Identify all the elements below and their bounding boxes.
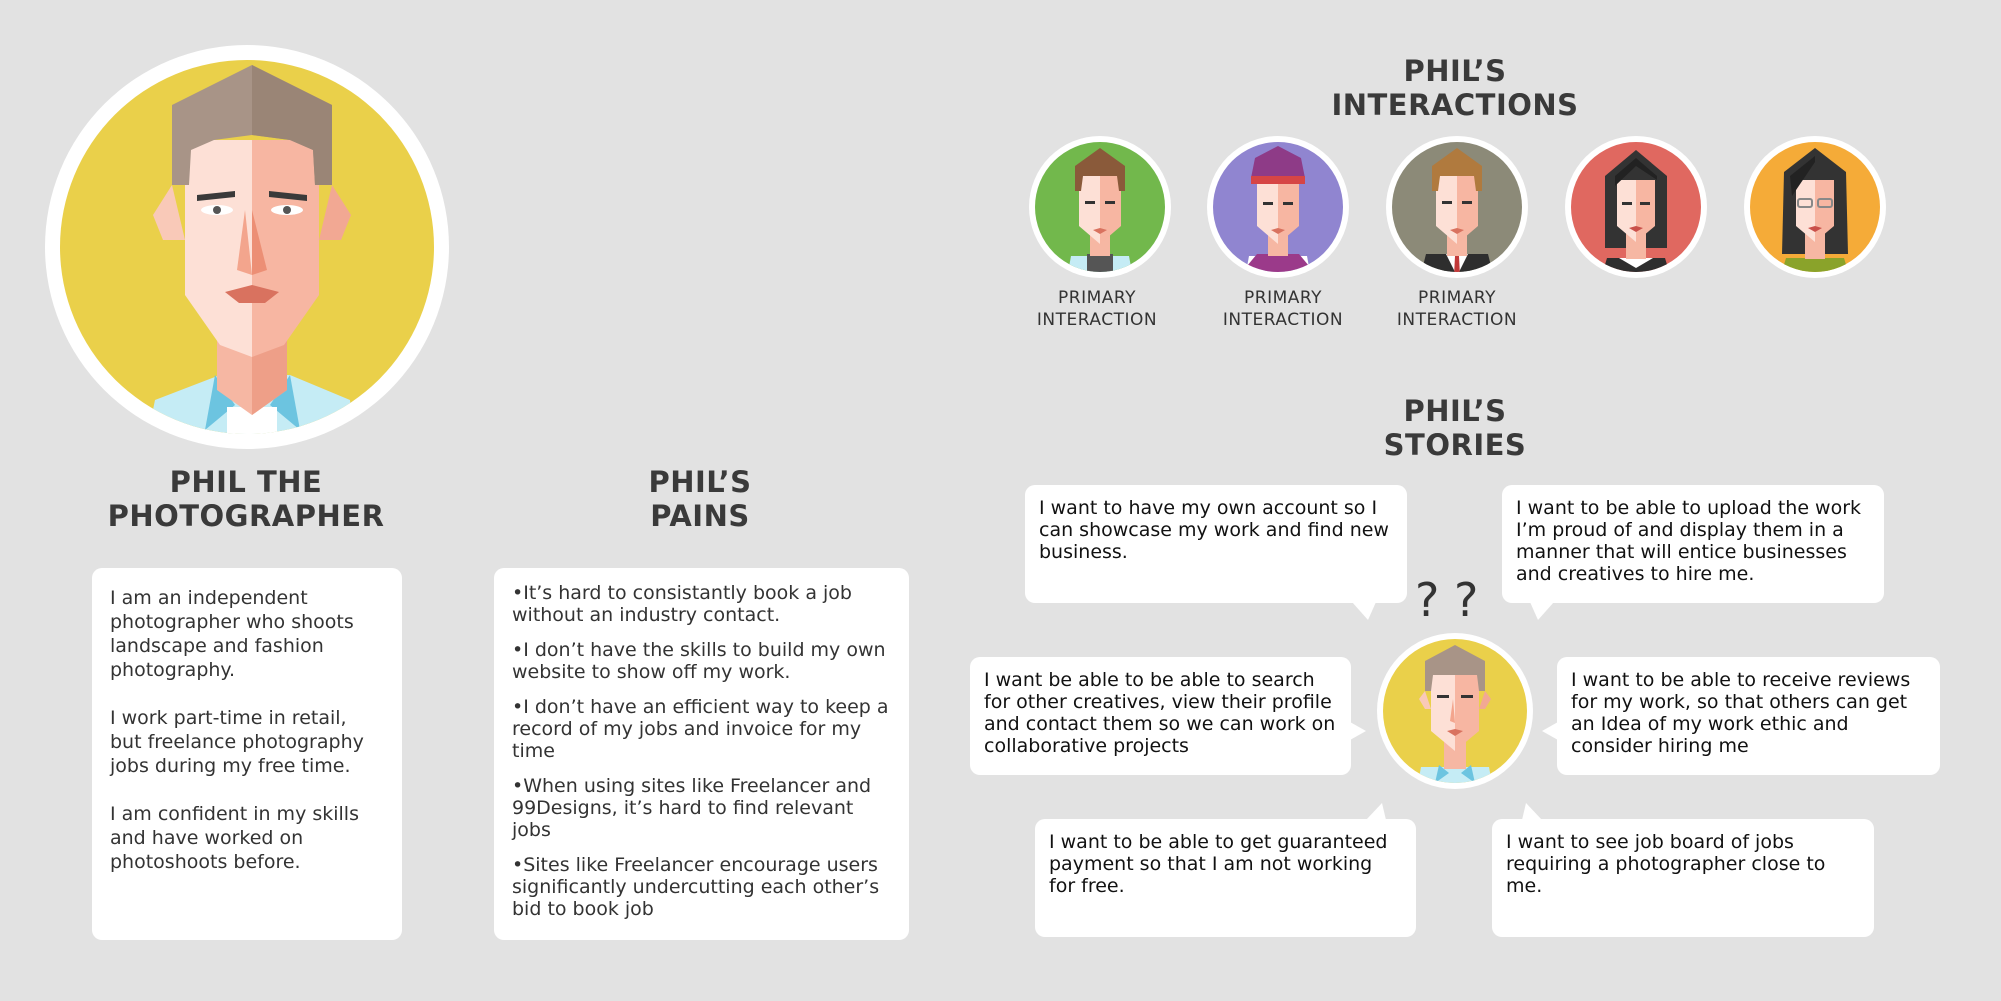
pain-item: When using sites like Freelancer and 99D… <box>512 775 891 841</box>
interaction-avatar-4 <box>1565 136 1707 278</box>
pains-card: It’s hard to consistantly book a job wit… <box>494 568 909 940</box>
interactions-heading: PHIL’S INTERACTIONS <box>1331 54 1579 122</box>
stories-heading: PHIL’S STORIES <box>1383 394 1527 462</box>
interaction-label-1: PRIMARY INTERACTION <box>1036 288 1158 330</box>
bubble-tail <box>1352 602 1376 620</box>
bubble-tail <box>1366 803 1386 820</box>
pain-item: I don’t have the skills to build my own … <box>512 639 891 683</box>
story-bubble-5: I want to be able to get guaranteed paym… <box>1035 819 1416 937</box>
persona-bio-card: I am an independent photographer who sho… <box>92 568 402 940</box>
bio-paragraph: I am confident in my skills and have wor… <box>110 803 359 873</box>
stories-center-avatar <box>1377 633 1533 789</box>
story-bubble-2: I want to be able to upload the work I’m… <box>1502 485 1884 603</box>
interaction-avatar-1 <box>1029 136 1171 278</box>
story-bubble-4: I want to be able to receive reviews for… <box>1557 657 1940 775</box>
bio-paragraph: I work part-time in retail, but freelanc… <box>110 707 364 777</box>
pain-item: I don’t have an efficient way to keep a … <box>512 696 891 762</box>
interaction-label-3: PRIMARY INTERACTION <box>1396 288 1518 330</box>
story-bubble-6: I want to see job board of jobs requirin… <box>1492 819 1874 937</box>
interaction-avatar-5 <box>1744 136 1886 278</box>
bubble-tail <box>1542 722 1558 740</box>
pains-heading: PHIL’S PAINS <box>648 465 752 533</box>
persona-avatar <box>45 45 449 449</box>
interaction-avatar-3 <box>1386 136 1528 278</box>
question-marks: ? ? <box>1415 573 1479 627</box>
bio-paragraph: I am an independent photographer who sho… <box>110 587 354 681</box>
story-bubble-1: I want to have my own account so I can s… <box>1025 485 1407 603</box>
story-bubble-3: I want be able to be able to search for … <box>970 657 1351 775</box>
pain-item: Sites like Freelancer encourage users si… <box>512 854 891 920</box>
bubble-tail <box>1522 803 1542 820</box>
persona-name: PHIL THE PHOTOGRAPHER <box>107 465 385 533</box>
pain-item: It’s hard to consistantly book a job wit… <box>512 582 891 626</box>
bubble-tail <box>1350 722 1366 740</box>
interaction-avatar-2 <box>1207 136 1349 278</box>
interaction-label-2: PRIMARY INTERACTION <box>1222 288 1344 330</box>
bubble-tail <box>1530 602 1554 620</box>
